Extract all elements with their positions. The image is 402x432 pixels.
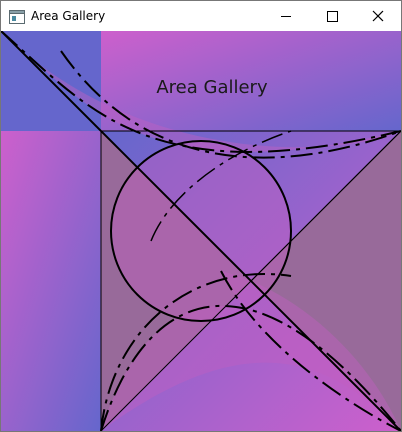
maximize-icon [327,11,338,22]
window-title: Area Gallery [31,9,106,23]
minimize-icon [281,16,291,17]
app-window: Area Gallery Area Gallery [0,0,402,432]
canvas-heading: Area Gallery [156,77,268,98]
close-icon [372,10,384,22]
close-button[interactable] [355,1,401,31]
minimize-button[interactable] [263,1,309,31]
maximize-button[interactable] [309,1,355,31]
app-window-icon [9,9,25,24]
area-gallery-canvas: Area Gallery [1,31,401,431]
left-band [1,131,101,431]
title-bar[interactable]: Area Gallery [1,1,401,31]
area-drawing: Area Gallery [1,31,401,431]
